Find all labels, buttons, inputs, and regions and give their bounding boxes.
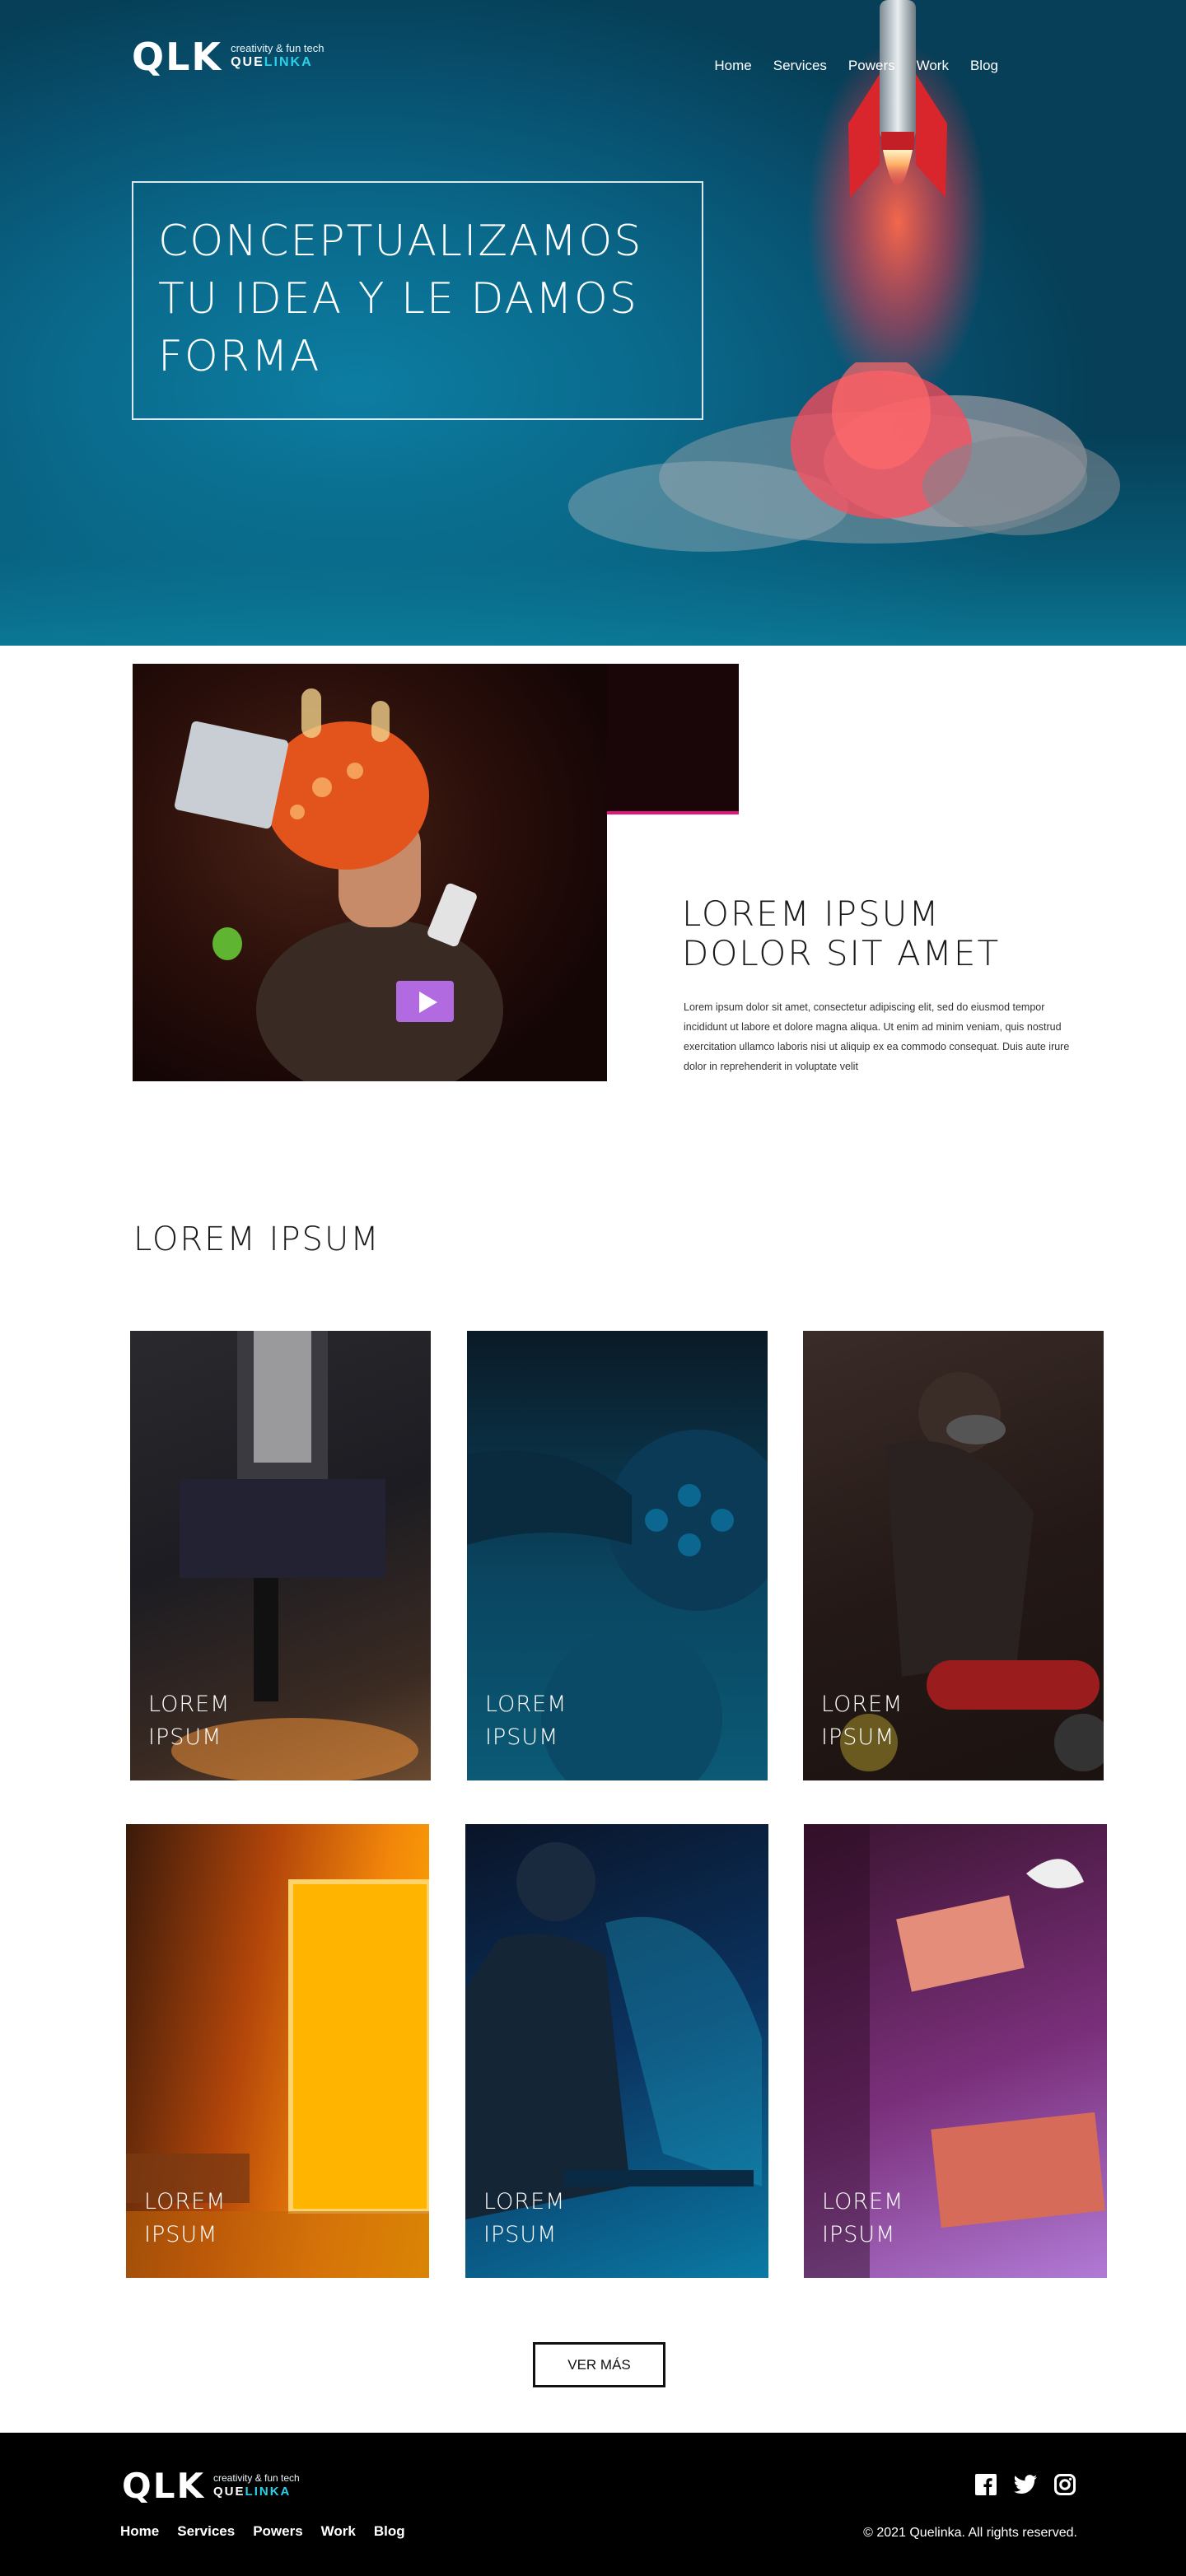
feature-image-extension xyxy=(607,664,739,814)
site-logo[interactable]: QLK creativity & fun tech QUELINKA xyxy=(132,35,325,79)
nav-work[interactable]: Work xyxy=(917,58,949,74)
nav-blog[interactable]: Blog xyxy=(970,58,998,74)
hero-title: CONCEPTUALIZAMOS TU IDEA Y LE DAMOS FORM… xyxy=(158,217,643,381)
card-label: LOREM IPSUM xyxy=(485,1692,567,1750)
instagram-icon[interactable] xyxy=(1053,2472,1077,2497)
gallery-card[interactable]: LOREM IPSUM xyxy=(130,1331,431,1780)
nav-home[interactable]: Home xyxy=(714,58,751,74)
gallery-card[interactable]: LOREM IPSUM xyxy=(126,1824,429,2278)
helmet-man-illustration xyxy=(174,688,503,1081)
footer-nav-powers[interactable]: Powers xyxy=(253,2523,302,2540)
footer-nav: Home Services Powers Work Blog xyxy=(120,2523,405,2540)
card-label: LOREM IPSUM xyxy=(144,2189,226,2247)
gallery-card[interactable]: LOREM IPSUM xyxy=(803,1331,1104,1780)
footer-logo-text: creativity & fun tech QUELINKA xyxy=(213,2471,300,2499)
feature-title: LOREM IPSUM DOLOR SIT AMET xyxy=(682,894,1001,973)
logo-brand-que: QUE xyxy=(231,55,264,70)
footer-logo-brand: QUELINKA xyxy=(213,2485,300,2499)
gallery-card[interactable]: LOREM IPSUM xyxy=(804,1824,1107,2278)
feature-body: Lorem ipsum dolor sit amet, consectetur … xyxy=(684,1001,1070,1072)
twitter-icon[interactable] xyxy=(1013,2472,1038,2497)
card-label: LOREM IPSUM xyxy=(822,2189,904,2247)
footer-logo-brand-que: QUE xyxy=(213,2484,245,2499)
logo-tagline: creativity & fun tech xyxy=(231,42,325,55)
footer-nav-services[interactable]: Services xyxy=(177,2523,235,2540)
footer-nav-work[interactable]: Work xyxy=(321,2523,356,2540)
nav-services[interactable]: Services xyxy=(773,58,827,74)
gallery-card[interactable]: LOREM IPSUM xyxy=(467,1331,768,1780)
main-nav: Home Services Powers Work Blog xyxy=(714,58,998,74)
hero-section: QLK creativity & fun tech QUELINKA Home … xyxy=(0,0,1186,646)
logo-brand-linka: LINKA xyxy=(264,55,313,70)
feature-image xyxy=(133,664,607,1081)
social-links xyxy=(974,2472,1077,2497)
gallery-title: LOREM IPSUM xyxy=(133,1220,381,1258)
footer-nav-blog[interactable]: Blog xyxy=(374,2523,405,2540)
copyright-text: © 2021 Quelinka. All rights reserved. xyxy=(863,2526,1077,2540)
facebook-icon[interactable] xyxy=(974,2472,998,2497)
footer-logo-brand-linka: LINKA xyxy=(245,2484,292,2499)
logo-text: creativity & fun tech QUELINKA xyxy=(231,42,325,70)
see-more-button[interactable]: VER MÁS xyxy=(533,2342,665,2387)
logo-brand: QUELINKA xyxy=(231,55,324,70)
gallery-card[interactable]: LOREM IPSUM xyxy=(465,1824,768,2278)
card-label: LOREM IPSUM xyxy=(148,1692,231,1750)
hero-headline-box: CONCEPTUALIZAMOS TU IDEA Y LE DAMOS FORM… xyxy=(132,181,703,420)
footer-logo-mark: QLK xyxy=(122,2466,206,2506)
footer-logo-tagline: creativity & fun tech xyxy=(213,2471,300,2484)
card-label: LOREM IPSUM xyxy=(821,1692,904,1750)
card-label: LOREM IPSUM xyxy=(483,2189,566,2247)
logo-mark: QLK xyxy=(132,35,223,79)
footer-nav-home[interactable]: Home xyxy=(120,2523,159,2540)
nav-powers[interactable]: Powers xyxy=(848,58,895,74)
footer-logo[interactable]: QLK creativity & fun tech QUELINKA xyxy=(122,2466,300,2506)
site-footer: QLK creativity & fun tech QUELINKA Home … xyxy=(0,2433,1186,2576)
